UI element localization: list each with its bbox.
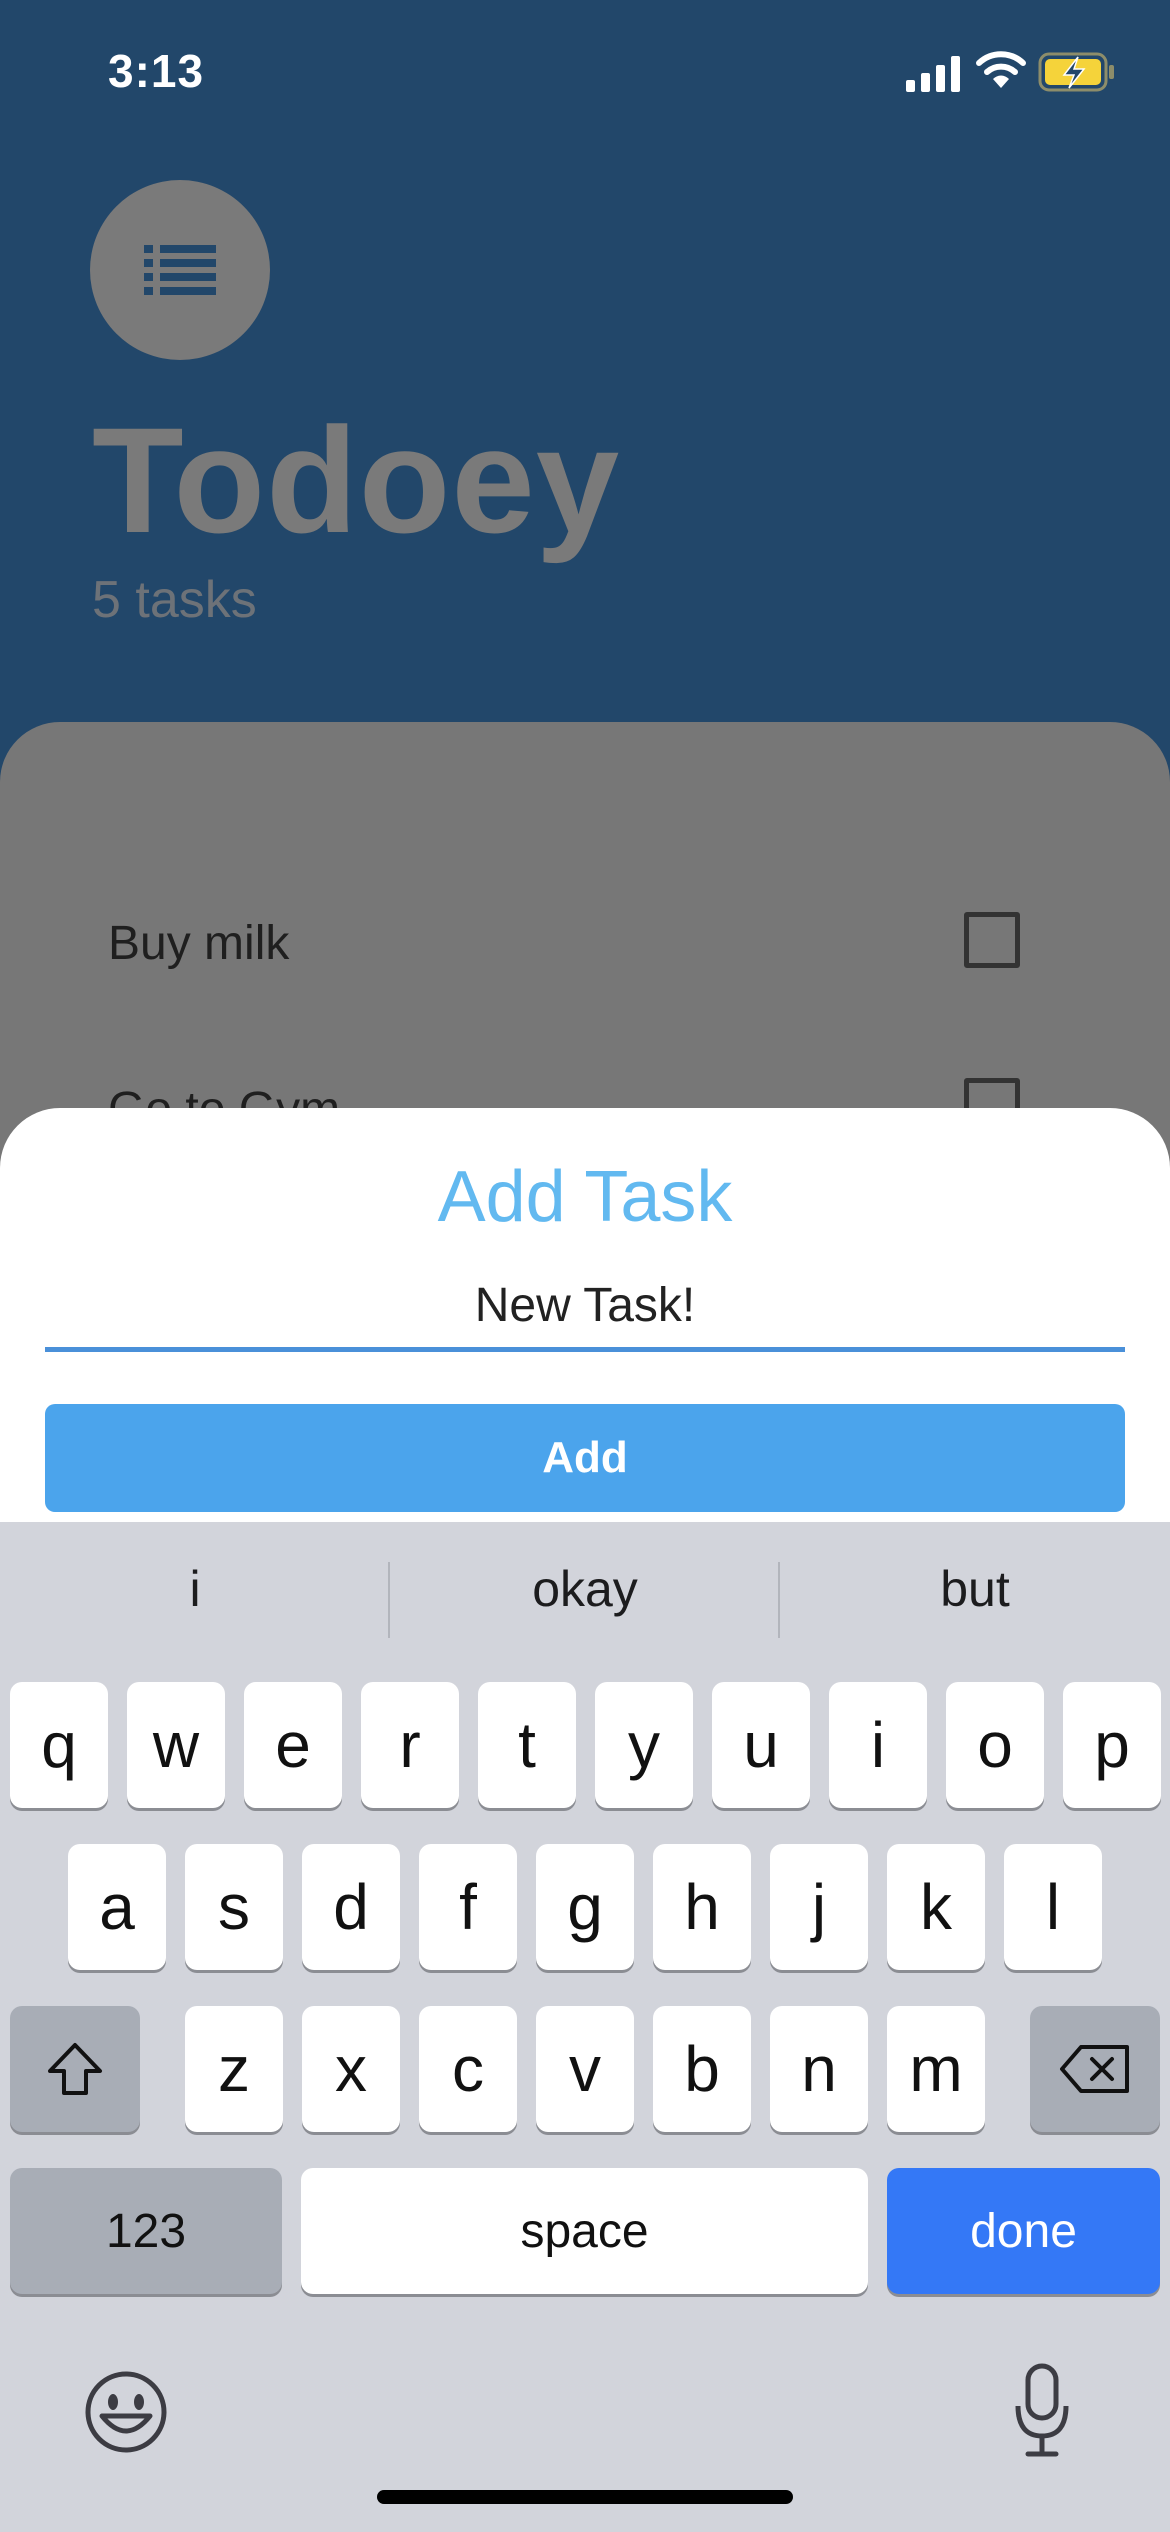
key-a[interactable]: a [68, 1844, 166, 1970]
home-indicator [377, 2490, 793, 2504]
key-l[interactable]: l [1004, 1844, 1102, 1970]
backspace-icon [1060, 2045, 1129, 2093]
key-r[interactable]: r [361, 1682, 459, 1808]
signal-icon [906, 56, 960, 92]
numbers-key[interactable]: 123 [10, 2168, 282, 2294]
list-icon-avatar [90, 180, 270, 360]
key-o[interactable]: o [946, 1682, 1044, 1808]
shift-key[interactable] [10, 2006, 140, 2132]
microphone-icon[interactable] [1014, 2362, 1070, 2458]
app-title: Todoey [92, 396, 621, 564]
battery-charging-icon [1038, 52, 1114, 92]
space-key[interactable]: space [301, 2168, 868, 2294]
key-v[interactable]: v [536, 2006, 634, 2132]
key-h[interactable]: h [653, 1844, 751, 1970]
key-y[interactable]: y [595, 1682, 693, 1808]
key-t[interactable]: t [478, 1682, 576, 1808]
suggestion-item[interactable]: but [780, 1560, 1170, 1618]
list-icon [144, 245, 216, 295]
wifi-icon [976, 51, 1026, 88]
task-checkbox[interactable] [964, 912, 1020, 968]
key-f[interactable]: f [419, 1844, 517, 1970]
key-d[interactable]: d [302, 1844, 400, 1970]
task-title-input[interactable] [45, 1276, 1125, 1352]
keyboard: i okay but q w e r t y u i o p a s d f g… [0, 1522, 1170, 2532]
status-time: 3:13 [108, 45, 205, 97]
add-task-sheet: Add Task Add [0, 1108, 1170, 1528]
backspace-key[interactable] [1030, 2006, 1160, 2132]
key-c[interactable]: c [419, 2006, 517, 2132]
key-e[interactable]: e [244, 1682, 342, 1808]
key-z[interactable]: z [185, 2006, 283, 2132]
done-key[interactable]: done [887, 2168, 1160, 2294]
shift-icon [48, 2043, 102, 2095]
task-label: Buy milk [108, 917, 290, 970]
suggestion-item[interactable]: okay [390, 1560, 780, 1618]
key-n[interactable]: n [770, 2006, 868, 2132]
key-j[interactable]: j [770, 1844, 868, 1970]
key-i[interactable]: i [829, 1682, 927, 1808]
key-p[interactable]: p [1063, 1682, 1161, 1808]
key-k[interactable]: k [887, 1844, 985, 1970]
key-g[interactable]: g [536, 1844, 634, 1970]
suggestion-item[interactable]: i [0, 1560, 390, 1618]
task-count: 5 tasks [92, 571, 257, 629]
sheet-title: Add Task [437, 1157, 733, 1237]
emoji-icon[interactable] [84, 2370, 168, 2454]
key-q[interactable]: q [10, 1682, 108, 1808]
key-s[interactable]: s [185, 1844, 283, 1970]
key-w[interactable]: w [127, 1682, 225, 1808]
task-row[interactable]: Buy milk [108, 892, 1028, 992]
add-button[interactable]: Add [45, 1404, 1125, 1512]
key-u[interactable]: u [712, 1682, 810, 1808]
suggestion-bar: i okay but [0, 1522, 1170, 1680]
key-x[interactable]: x [302, 2006, 400, 2132]
key-m[interactable]: m [887, 2006, 985, 2132]
status-bar: 3:13 [0, 0, 1170, 150]
key-b[interactable]: b [653, 2006, 751, 2132]
